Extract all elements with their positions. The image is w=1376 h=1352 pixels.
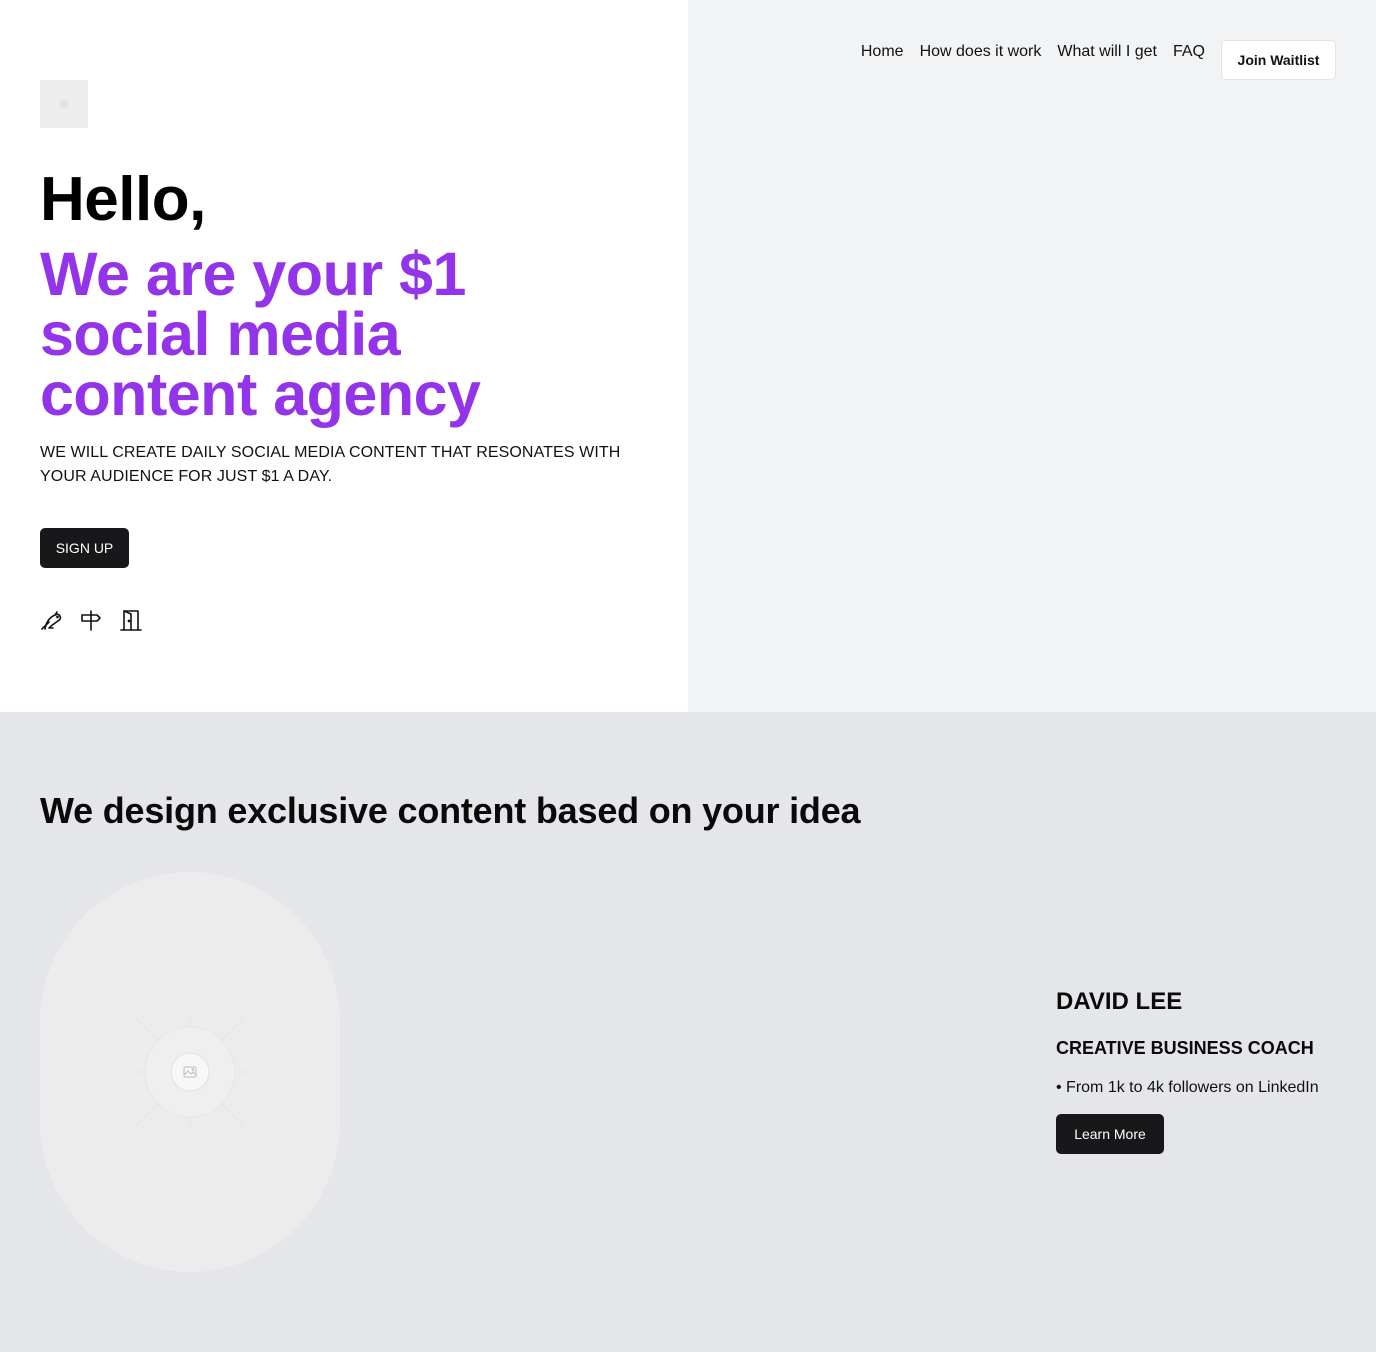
hero-right-panel <box>688 0 1376 712</box>
signup-button[interactable]: SIGN UP <box>40 528 129 568</box>
nav-link-how-it-works[interactable]: How does it work <box>920 43 1042 61</box>
social-icons <box>40 608 142 632</box>
bird-icon[interactable] <box>40 608 62 632</box>
hero-section: Hello, We are your $1 social media conte… <box>0 0 1376 712</box>
section-title: We design exclusive content based on you… <box>40 790 861 831</box>
door-icon[interactable] <box>120 608 142 632</box>
learn-more-button[interactable]: Learn More <box>1056 1114 1164 1154</box>
hero-left-panel: Hello, We are your $1 social media conte… <box>0 0 688 712</box>
join-waitlist-button[interactable]: Join Waitlist <box>1221 40 1336 80</box>
signpost-icon[interactable] <box>80 608 102 632</box>
nav-link-home[interactable]: Home <box>861 43 904 61</box>
person-name: DAVID LEE <box>1056 988 1183 1015</box>
person-achievement: • From 1k to 4k followers on LinkedIn <box>1056 1079 1319 1096</box>
top-navigation: Home How does it work What will I get FA… <box>861 40 1336 80</box>
hero-subtitle: WE WILL CREATE DAILY SOCIAL MEDIA CONTEN… <box>40 444 621 485</box>
feature-section: We design exclusive content based on you… <box>0 712 1376 1352</box>
testimonial-card: DAVID LEE CREATIVE BUSINESS COACH • From… <box>1056 988 1356 1154</box>
image-placeholder <box>40 872 340 1272</box>
hero-greeting: Hello, <box>40 165 206 234</box>
logo-placeholder[interactable] <box>40 80 88 128</box>
nav-link-what-will-i-get[interactable]: What will I get <box>1057 43 1157 61</box>
nav-link-faq[interactable]: FAQ <box>1173 43 1205 61</box>
hero-headline: We are your $1 social media content agen… <box>40 240 481 428</box>
person-role: CREATIVE BUSINESS COACH <box>1056 1038 1314 1058</box>
